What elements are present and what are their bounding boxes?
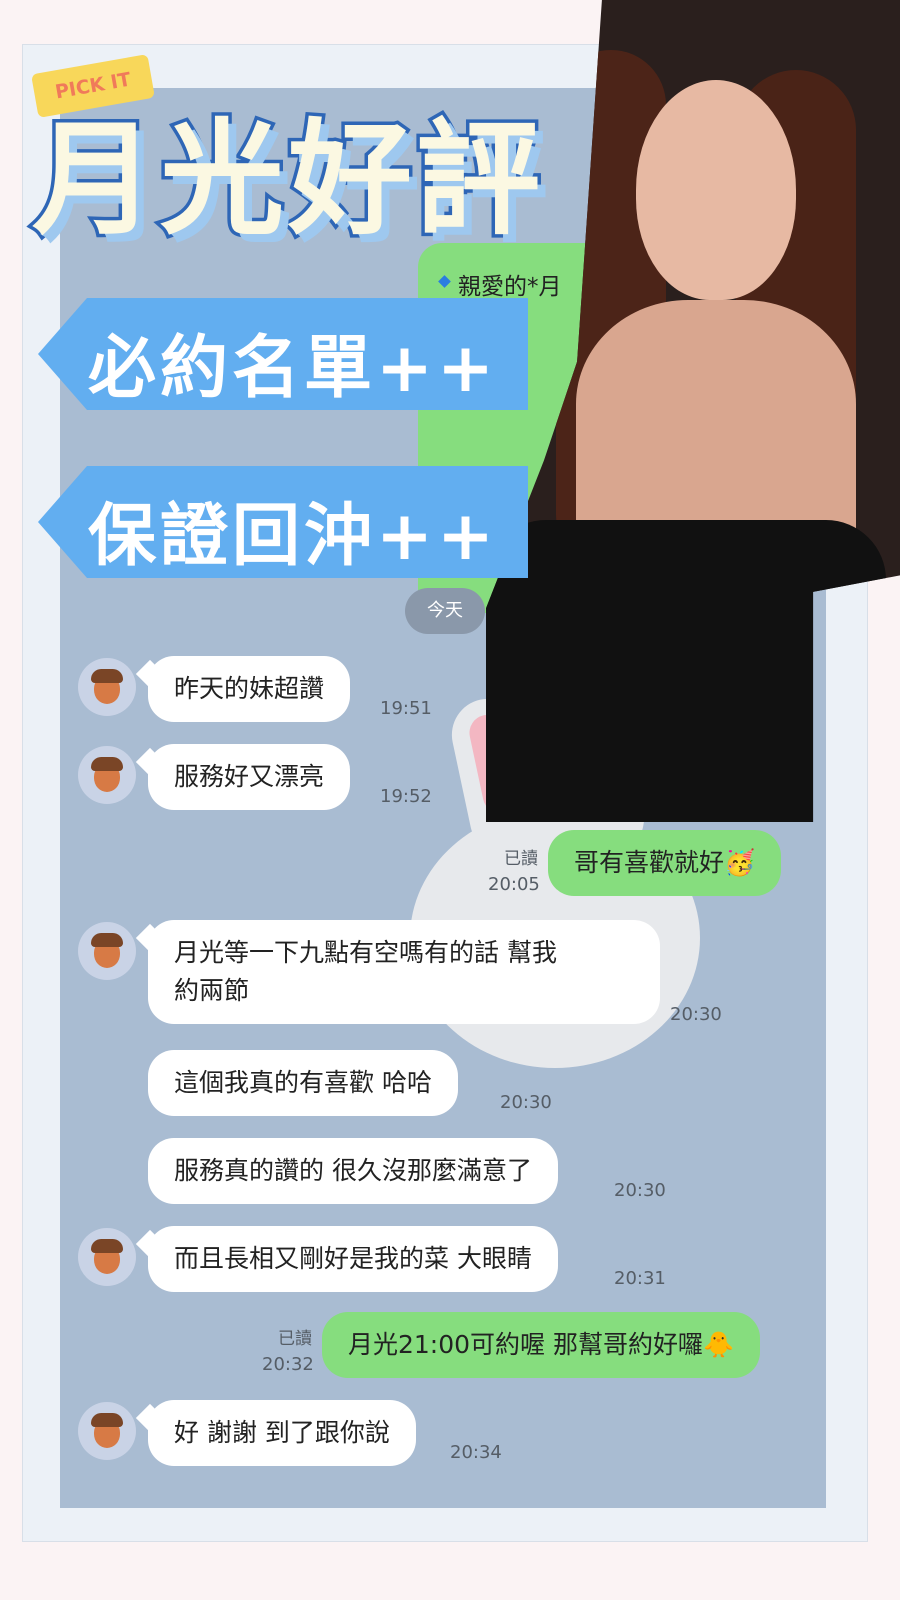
sent-message[interactable]: 哥有喜歡就好🥳 xyxy=(548,830,782,896)
received-message[interactable]: 服務好又漂亮 xyxy=(148,744,351,810)
message-time: 19:51 xyxy=(380,698,432,719)
received-message[interactable]: 月光等一下九點有空嗎有的話 幫我 約兩節 xyxy=(148,920,660,1024)
contact-avatar[interactable] xyxy=(78,1402,136,1460)
contact-avatar[interactable] xyxy=(78,658,136,716)
sent-message[interactable]: 月光21:00可約喔 那幫哥約好囉🐥 xyxy=(322,1312,761,1378)
received-message[interactable]: 好 謝謝 到了跟你說 xyxy=(148,1400,416,1466)
date-separator: 今天 xyxy=(405,588,485,634)
sent-message-text: 親愛的*月 xyxy=(458,274,562,300)
message-time: 20:34 xyxy=(450,1442,502,1463)
received-message[interactable]: 服務真的讚的 很久沒那麼滿意了 xyxy=(148,1138,558,1204)
message-time: 20:30 xyxy=(500,1092,552,1113)
banner-guarantee: 保證回沖++ xyxy=(38,466,528,578)
contact-avatar[interactable] xyxy=(78,922,136,980)
contact-avatar[interactable] xyxy=(78,1228,136,1286)
banner-text: 必約名單++ xyxy=(88,329,498,408)
received-message[interactable]: 昨天的妹超讚 xyxy=(148,656,351,722)
message-time: 20:30 xyxy=(614,1180,666,1201)
diamond-icon xyxy=(438,275,451,288)
read-receipt: 已讀 xyxy=(278,1329,312,1349)
message-time: 20:05 xyxy=(488,874,540,895)
message-time: 19:52 xyxy=(380,786,432,807)
banner-text: 保證回沖++ xyxy=(88,497,498,576)
read-receipt: 已讀 xyxy=(504,849,538,869)
contact-avatar[interactable] xyxy=(78,746,136,804)
received-message[interactable]: 而且長相又剛好是我的菜 大眼睛 xyxy=(148,1226,558,1292)
received-message[interactable]: 這個我真的有喜歡 哈哈 xyxy=(148,1050,458,1116)
message-time: 20:31 xyxy=(614,1268,666,1289)
message-time: 20:30 xyxy=(670,1004,722,1025)
banner-must-book: 必約名單++ xyxy=(38,298,528,410)
message-time: 20:32 xyxy=(262,1354,314,1375)
